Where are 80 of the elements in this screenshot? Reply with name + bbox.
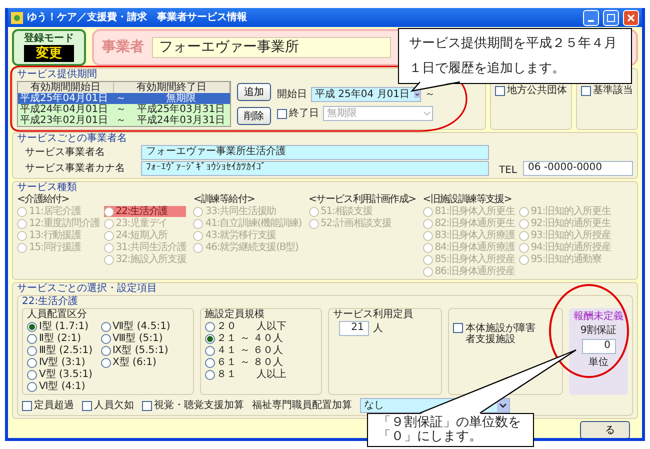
radio-option[interactable]: Ⅵ型 (4:1) <box>27 381 93 392</box>
radio-option[interactable]: Ⅰ型 (1.7:1) <box>27 321 93 332</box>
field-label: サービス事業者名 <box>24 147 106 158</box>
radio-option[interactable]: ４１ ～ ６０人 <box>204 345 284 356</box>
group-title: サービスごとの選択・設定項目 <box>17 283 158 294</box>
provider-name-field[interactable]: フォーエヴァー事業所 <box>152 37 391 58</box>
start-date-label: 開始日 <box>277 89 307 100</box>
option-suffix: 人以下 <box>256 321 287 332</box>
capacity-field[interactable]: 21 <box>338 321 369 336</box>
table-row[interactable]: 平成25年04月01日 ～ 無期限 <box>18 93 230 104</box>
radio-option[interactable]: Ⅸ型 (5.5:1) <box>100 345 170 356</box>
minimize-button[interactable] <box>583 10 599 26</box>
start-date-select[interactable]: 平成 25年04 月01日 <box>311 87 421 102</box>
table-row[interactable]: 平成23年02月01日 ～ 平成24年03月31日 <box>18 115 230 126</box>
radio-option[interactable]: ６１ ～ ８０人 <box>204 357 284 368</box>
table-cell-text: 平成24年03月31日 <box>136 115 226 126</box>
callout: 「９割保証」の単位数を「０」にします。 <box>367 413 534 447</box>
period-button[interactable]: 追加 <box>237 83 271 101</box>
radio-option[interactable]: Ⅴ型 (3.5:1) <box>27 369 93 380</box>
range-mark: ～ <box>425 89 435 100</box>
radio-option[interactable]: ２０ <box>204 321 237 332</box>
field-label: サービス事業者カナ名 <box>24 163 126 174</box>
close-button[interactable] <box>623 10 639 26</box>
table-cell-text: ～ <box>115 104 127 115</box>
category-heading: <旧施設訓練等支援> <box>422 194 512 205</box>
field-label: 9割保証 <box>580 325 617 336</box>
radio-option[interactable]: ２１ ～ ４０人 <box>204 333 284 344</box>
tel-field[interactable]: 06 -0000-0000 <box>523 161 633 176</box>
maximize-button[interactable] <box>603 10 619 26</box>
checkbox[interactable]: 視覚・聴覚支援加算 <box>142 400 244 411</box>
category-heading: <訓練等給付> <box>193 194 256 205</box>
unit-count-field[interactable]: 0 <box>582 339 616 354</box>
radio-option[interactable]: Ⅳ型 (3:1) <box>27 357 93 368</box>
radio-option[interactable]: Ⅶ型 (4.5:1) <box>100 321 170 332</box>
period-button[interactable]: 削除 <box>237 107 271 125</box>
mode-value: 変更 <box>24 45 74 62</box>
checkbox[interactable]: 終了日 <box>277 108 319 119</box>
group-title: サービス種類 <box>17 182 78 193</box>
radio-option[interactable]: Ⅹ型 (6:1) <box>100 357 170 368</box>
table-cell-text: 平成25年03月31日 <box>136 104 226 115</box>
back-button[interactable]: る <box>580 421 630 438</box>
maximize-icon <box>607 14 615 22</box>
radio-option[interactable]: ８１ <box>204 369 237 380</box>
option-suffix: 人以上 <box>256 369 287 380</box>
panel-title: サービス利用定員 <box>332 309 414 320</box>
mode-label: 登録モード <box>24 33 74 44</box>
checkbox[interactable]: 基準該当 <box>581 85 633 96</box>
category-heading: <介護給付> <box>17 194 70 205</box>
checkbox[interactable]: 本体施設が障害者支援施設 <box>453 323 540 345</box>
table-cell-text: 無期限 <box>165 93 197 104</box>
radio-option[interactable]: Ⅷ型 (5:1) <box>100 333 170 344</box>
radio-option[interactable]: Ⅱ型 (2:1) <box>27 333 93 344</box>
table-cell-text: ～ <box>115 115 127 126</box>
text-field[interactable]: フォーエヴァー事業所生活介護 <box>141 145 489 160</box>
minimize-icon <box>588 20 594 22</box>
category-heading: <サービス利用計画作成> <box>308 194 416 205</box>
table-cell-text: 平成25年04月01日 <box>19 93 110 104</box>
group-title: サービスごとの事業者名 <box>17 133 128 144</box>
field-label: 福祉専門職員配置加算 <box>252 400 352 411</box>
panel-title: 報酬未定義 <box>574 311 624 322</box>
table-cell-text: ～ <box>115 93 127 104</box>
table-cell-text: 平成24年04月01日 <box>19 104 110 115</box>
window-title: ゆう！ケア／支援費・請求 事業者サービス情報 <box>27 12 248 23</box>
service-title: 22:生活介護 <box>22 296 80 307</box>
app-icon <box>11 12 23 24</box>
tel-label: TEL <box>499 165 517 176</box>
radio-option[interactable]: Ⅲ型 (2.5:1) <box>27 345 93 356</box>
group-title: サービス提供期間 <box>17 69 98 80</box>
checkbox[interactable]: 地方公共団体 <box>495 85 567 96</box>
close-icon <box>627 14 635 22</box>
checkbox[interactable]: 人員欠如 <box>82 400 134 411</box>
callout-pointer <box>410 81 460 92</box>
table-row[interactable]: 平成24年04月01日 ～ 平成25年03月31日 <box>18 104 230 115</box>
unit-label: 単位 <box>588 357 609 368</box>
table-cell-text: 平成23年02月01日 <box>19 115 110 126</box>
panel-title: 施設定員規模 <box>204 309 266 320</box>
unit-label: 人 <box>372 323 383 334</box>
panel-title: 人員配置区分 <box>27 309 88 320</box>
text-field[interactable]: ﾌｫｰｴｳﾞｧｰｼﾞｷﾞｮｳｼｮｾｲｶﾂｶｲｺﾞ <box>141 161 489 176</box>
checkbox[interactable]: 定員超過 <box>22 400 74 411</box>
